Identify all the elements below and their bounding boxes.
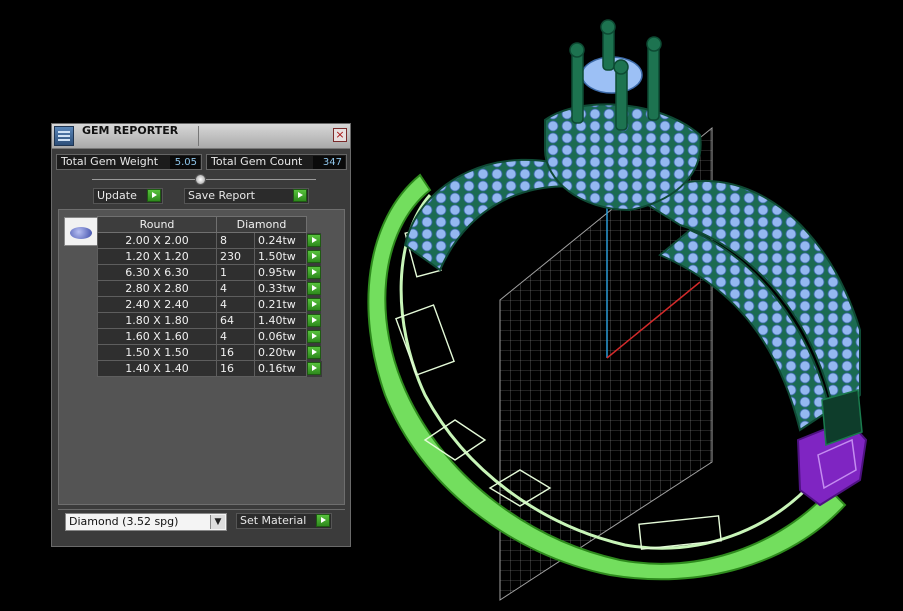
gem-list-area: Round Diamond 2.00 X 2.00 8 0.24tw 1.20 X 1… <box>58 209 345 505</box>
row-action-cell <box>306 344 322 361</box>
table-row[interactable]: 2.80 X 2.80 4 0.33tw <box>97 280 322 297</box>
gem-size: 1.50 X 1.50 <box>97 344 217 361</box>
column-header-material: Diamond <box>216 216 307 233</box>
row-action-cell <box>306 280 322 297</box>
table-row[interactable]: 1.50 X 1.50 16 0.20tw <box>97 344 322 361</box>
panel-title: GEM REPORTER <box>82 124 179 137</box>
gem-size: 1.80 X 1.80 <box>97 312 217 329</box>
material-select-value: Diamond (3.52 spg) <box>69 515 179 528</box>
column-header-shape: Round <box>97 216 217 233</box>
table-row[interactable]: 2.00 X 2.00 8 0.24tw <box>97 232 322 249</box>
update-button[interactable]: Update <box>93 188 163 204</box>
gem-weight: 0.24tw <box>254 232 307 249</box>
row-action-cell <box>306 296 322 313</box>
round-gem-icon[interactable] <box>64 217 98 246</box>
play-arrow-icon[interactable] <box>307 249 321 263</box>
play-arrow-icon[interactable] <box>307 329 321 343</box>
gem-count: 16 <box>216 344 255 361</box>
play-arrow-icon[interactable] <box>293 189 307 202</box>
play-arrow-icon[interactable] <box>316 514 330 527</box>
play-arrow-icon[interactable] <box>147 189 161 202</box>
gem-count: 4 <box>216 328 255 345</box>
row-action-cell <box>306 264 322 281</box>
table-row[interactable]: 1.40 X 1.40 16 0.16tw <box>97 360 322 377</box>
gem-count: 1 <box>216 264 255 281</box>
table-row[interactable]: 1.60 X 1.60 4 0.06tw <box>97 328 322 345</box>
save-report-button[interactable]: Save Report <box>184 188 309 204</box>
table-row[interactable]: 6.30 X 6.30 1 0.95tw <box>97 264 322 281</box>
set-material-button-label: Set Material <box>240 514 307 527</box>
gem-weight: 1.50tw <box>254 248 307 265</box>
gem-reporter-icon <box>54 126 74 146</box>
total-gem-count-value: 347 <box>313 156 345 169</box>
gem-count: 4 <box>216 280 255 297</box>
update-button-label: Update <box>97 189 137 202</box>
table-row[interactable]: 1.20 X 1.20 230 1.50tw <box>97 248 322 265</box>
gem-size: 1.60 X 1.60 <box>97 328 217 345</box>
gem-size: 1.20 X 1.20 <box>97 248 217 265</box>
gem-count: 8 <box>216 232 255 249</box>
row-action-cell <box>306 312 322 329</box>
gem-weight: 0.33tw <box>254 280 307 297</box>
gem-weight: 1.40tw <box>254 312 307 329</box>
close-icon[interactable]: × <box>333 128 347 142</box>
total-gem-weight-value: 5.05 <box>170 156 200 169</box>
gem-reporter-panel: GEM REPORTER × Total Gem Weight 5.05 Tot… <box>51 123 351 547</box>
play-arrow-icon[interactable] <box>307 233 321 247</box>
play-arrow-icon[interactable] <box>307 313 321 327</box>
material-select[interactable]: Diamond (3.52 spg) ▼ <box>65 513 227 531</box>
gem-size: 1.40 X 1.40 <box>97 360 217 377</box>
gem-weight: 0.16tw <box>254 360 307 377</box>
title-divider <box>198 126 199 146</box>
gem-count: 16 <box>216 360 255 377</box>
total-gem-count-label: Total Gem Count <box>211 155 303 168</box>
play-arrow-icon[interactable] <box>307 265 321 279</box>
gem-weight: 0.21tw <box>254 296 307 313</box>
dropdown-arrow-icon[interactable]: ▼ <box>210 515 225 529</box>
total-gem-weight-field: Total Gem Weight 5.05 <box>56 154 202 170</box>
gem-count: 4 <box>216 296 255 313</box>
row-action-cell <box>306 232 322 249</box>
table-row[interactable]: 1.80 X 1.80 64 1.40tw <box>97 312 322 329</box>
row-action-cell <box>306 248 322 265</box>
material-bar: Diamond (3.52 spg) ▼ Set Material <box>58 509 345 539</box>
title-bar[interactable]: GEM REPORTER × <box>52 124 350 149</box>
total-gem-weight-label: Total Gem Weight <box>61 155 159 168</box>
gem-size: 6.30 X 6.30 <box>97 264 217 281</box>
play-arrow-icon[interactable] <box>307 281 321 295</box>
save-report-button-label: Save Report <box>188 189 255 202</box>
gem-size: 2.80 X 2.80 <box>97 280 217 297</box>
total-gem-count-field: Total Gem Count 347 <box>206 154 347 170</box>
gem-weight: 0.06tw <box>254 328 307 345</box>
play-arrow-icon[interactable] <box>307 297 321 311</box>
gem-size: 2.40 X 2.40 <box>97 296 217 313</box>
row-action-cell <box>306 360 322 377</box>
gem-weight: 0.20tw <box>254 344 307 361</box>
gem-weight: 0.95tw <box>254 264 307 281</box>
set-material-button[interactable]: Set Material <box>236 513 332 529</box>
gem-table: Round Diamond 2.00 X 2.00 8 0.24tw 1.20 X 1… <box>97 216 322 377</box>
gem-count: 64 <box>216 312 255 329</box>
table-row[interactable]: 2.40 X 2.40 4 0.21tw <box>97 296 322 313</box>
gem-count: 230 <box>216 248 255 265</box>
play-arrow-icon[interactable] <box>307 345 321 359</box>
gem-size: 2.00 X 2.00 <box>97 232 217 249</box>
play-arrow-icon[interactable] <box>307 361 321 375</box>
slider-knob[interactable] <box>195 174 206 185</box>
row-action-cell <box>306 328 322 345</box>
